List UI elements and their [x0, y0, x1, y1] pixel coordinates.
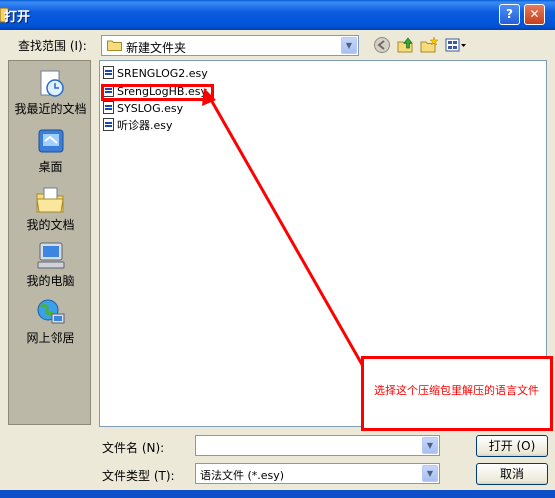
- file-name: SRENGLOG2.esy: [117, 67, 208, 80]
- my-documents-icon: [35, 187, 64, 213]
- cancel-button[interactable]: 取消: [476, 463, 548, 485]
- places-bar: 我最近的文档 桌面 我的文档 我的电脑 网上邻居: [8, 60, 91, 425]
- chevron-down-icon[interactable]: ▼: [422, 465, 438, 482]
- open-button[interactable]: 打开 (O): [476, 435, 548, 457]
- chevron-down-icon[interactable]: ▼: [422, 437, 438, 454]
- place-desktop[interactable]: 桌面: [9, 127, 92, 175]
- place-label: 网上邻居: [26, 331, 75, 345]
- view-menu-icon[interactable]: [445, 36, 467, 54]
- file-name: SYSLOG.esy: [117, 102, 184, 115]
- recent-documents-icon: [40, 70, 64, 97]
- folder-icon: [107, 40, 122, 51]
- up-folder-icon[interactable]: [397, 36, 415, 54]
- list-item[interactable]: SRENGLOG2.esy: [103, 65, 208, 82]
- annotation-callout: 选择这个压缩包里解压的语言文件: [361, 356, 553, 431]
- filetype-label: 文件类型 (T):: [102, 469, 175, 483]
- place-network[interactable]: 网上邻居: [9, 298, 92, 346]
- bottom-border: [0, 490, 555, 498]
- place-label: 我最近的文档: [14, 102, 87, 116]
- list-item[interactable]: SYSLOG.esy: [103, 100, 183, 117]
- network-places-icon: [37, 299, 64, 324]
- file-icon: [103, 66, 114, 79]
- filename-label: 文件名 (N):: [102, 441, 165, 455]
- filetype-select[interactable]: 语法文件 (*.esy) ▼: [195, 463, 440, 484]
- help-button[interactable]: ?: [499, 4, 520, 25]
- new-folder-icon[interactable]: [420, 36, 438, 54]
- place-label: 桌面: [38, 160, 63, 174]
- filetype-value: 语法文件 (*.esy): [200, 469, 285, 482]
- place-label: 我的电脑: [26, 274, 75, 288]
- my-computer-icon: [37, 242, 64, 269]
- desktop-icon: [38, 129, 63, 153]
- place-recent[interactable]: 我最近的文档: [9, 69, 92, 117]
- title-bar[interactable]: 打开 ? ✕: [0, 0, 555, 30]
- back-icon[interactable]: [373, 36, 391, 54]
- close-button[interactable]: ✕: [524, 4, 545, 25]
- place-label: 我的文档: [26, 218, 75, 232]
- place-my-computer[interactable]: 我的电脑: [9, 241, 92, 289]
- look-in-label: 查找范围 (I):: [18, 39, 87, 53]
- chevron-down-icon[interactable]: ▼: [341, 37, 357, 54]
- window-title: 打开: [4, 10, 31, 25]
- file-icon: [103, 101, 114, 114]
- place-my-documents[interactable]: 我的文档: [9, 185, 92, 233]
- look-in-combo[interactable]: 新建文件夹 ▼: [101, 35, 359, 56]
- filename-input[interactable]: ▼: [195, 435, 440, 456]
- highlight-box: [101, 84, 214, 101]
- list-item[interactable]: 听诊器.esy: [103, 117, 173, 134]
- file-name: 听诊器.esy: [117, 119, 173, 132]
- look-in-value: 新建文件夹: [126, 41, 187, 55]
- file-icon: [103, 118, 114, 131]
